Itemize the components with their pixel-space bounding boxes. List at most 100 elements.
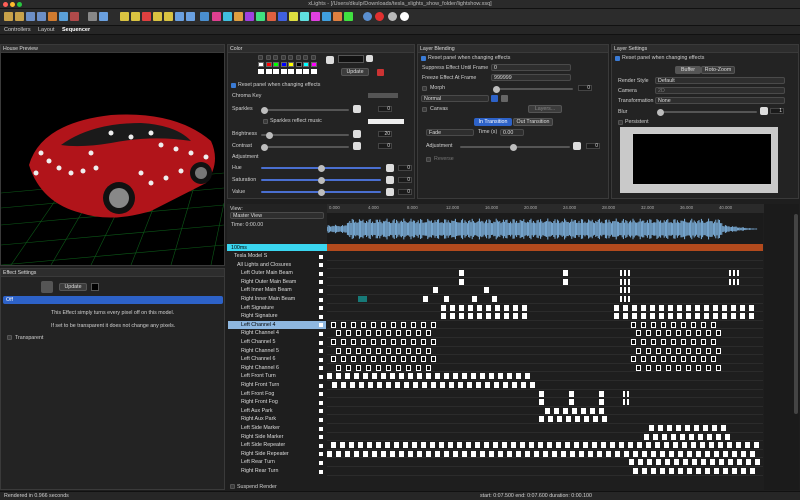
- palette-fade-swatch[interactable]: [273, 69, 279, 74]
- open-icon[interactable]: [15, 12, 24, 21]
- effect-block[interactable]: [701, 339, 706, 345]
- render-icon[interactable]: [48, 12, 57, 21]
- effect-1-icon[interactable]: [212, 12, 221, 21]
- effect-block[interactable]: [569, 390, 574, 397]
- effect-block[interactable]: [396, 330, 401, 337]
- effect-block[interactable]: [696, 450, 701, 457]
- effect-block[interactable]: [522, 313, 527, 320]
- effect-block[interactable]: [646, 364, 651, 371]
- effect-block[interactable]: [725, 433, 730, 440]
- effect-grid-row[interactable]: [327, 398, 763, 407]
- blend-mode-dropdown-icon[interactable]: [491, 95, 498, 102]
- effect-block[interactable]: [737, 270, 739, 277]
- effect-block[interactable]: [401, 339, 406, 345]
- row-label[interactable]: Right Channel 6: [228, 364, 326, 373]
- palette-fade-swatch[interactable]: [258, 69, 264, 74]
- effect-block[interactable]: [346, 347, 351, 354]
- effect-block[interactable]: [376, 442, 381, 449]
- effect-block[interactable]: [651, 356, 656, 363]
- preview-canvas[interactable]: [1, 53, 224, 265]
- effect-block[interactable]: [620, 278, 622, 285]
- buffer-tab[interactable]: Buffer: [675, 66, 701, 74]
- effect-block[interactable]: [691, 321, 696, 328]
- effect-block[interactable]: [426, 330, 431, 337]
- effect-block[interactable]: [356, 330, 361, 337]
- effect-block[interactable]: [459, 304, 464, 311]
- reverse-checkbox[interactable]: [426, 157, 431, 162]
- effect-block[interactable]: [494, 382, 499, 388]
- contrast-vc-icon[interactable]: [353, 142, 361, 150]
- effect-grid-row[interactable]: [327, 390, 763, 399]
- effect-block[interactable]: [701, 356, 706, 363]
- row-render-toggle[interactable]: [319, 392, 323, 397]
- effect-block[interactable]: [716, 347, 721, 354]
- effect-block[interactable]: [545, 407, 550, 414]
- effect-block[interactable]: [327, 373, 332, 380]
- effect-block[interactable]: [691, 339, 696, 345]
- row-render-toggle[interactable]: [319, 323, 323, 328]
- effect-block[interactable]: [599, 407, 604, 414]
- effect-block[interactable]: [658, 425, 663, 431]
- effect-block[interactable]: [636, 364, 641, 371]
- effect-3-icon[interactable]: [234, 12, 243, 21]
- row-label[interactable]: Left Signature: [228, 304, 326, 313]
- palette-checkbox[interactable]: [258, 55, 263, 60]
- effect-block[interactable]: [477, 304, 482, 311]
- record-icon[interactable]: [375, 12, 384, 21]
- effect-block[interactable]: [661, 356, 666, 363]
- row-label[interactable]: Left Inner Main Beam: [228, 286, 326, 295]
- effect-block[interactable]: [696, 347, 701, 354]
- effect-block[interactable]: [366, 330, 371, 337]
- settings-icon[interactable]: [59, 12, 68, 21]
- effect-grid-row[interactable]: [327, 304, 763, 313]
- row-render-toggle[interactable]: [319, 426, 323, 431]
- effect-4-icon[interactable]: [245, 12, 254, 21]
- effect-block[interactable]: [391, 356, 396, 363]
- effect-block[interactable]: [441, 313, 446, 320]
- effect-block[interactable]: [669, 468, 674, 474]
- effect-block[interactable]: [592, 442, 597, 449]
- transformation-select[interactable]: None: [655, 97, 785, 104]
- effect-block[interactable]: [692, 459, 697, 466]
- effect-block[interactable]: [363, 373, 368, 380]
- effect-block[interactable]: [581, 407, 586, 414]
- effect-block[interactable]: [444, 373, 449, 380]
- effect-block[interactable]: [733, 270, 735, 277]
- tab-sequencer[interactable]: Sequencer: [62, 27, 90, 33]
- play-icon[interactable]: [120, 12, 129, 21]
- effect-block[interactable]: [590, 407, 595, 414]
- effect-block[interactable]: [408, 373, 413, 380]
- effect-block[interactable]: [666, 364, 671, 371]
- effect-block[interactable]: [386, 347, 391, 354]
- effect-block[interactable]: [706, 330, 711, 337]
- palette-swatch[interactable]: [280, 62, 287, 67]
- saturation-vc-icon[interactable]: [386, 176, 394, 184]
- effect-block[interactable]: [356, 364, 361, 371]
- effect-block[interactable]: [340, 442, 345, 449]
- effect-block[interactable]: [714, 450, 719, 457]
- effect-grid-row[interactable]: [327, 295, 763, 304]
- effect-grid-row[interactable]: [327, 364, 763, 373]
- calculator-icon[interactable]: [88, 12, 97, 21]
- effect-block[interactable]: [671, 356, 676, 363]
- palette-swatch[interactable]: [265, 62, 272, 67]
- effect-block[interactable]: [386, 382, 391, 388]
- effect-block[interactable]: [416, 364, 421, 371]
- effect-block[interactable]: [390, 373, 395, 380]
- effect-block[interactable]: [671, 433, 676, 440]
- effect-block[interactable]: [332, 382, 337, 388]
- effect-block[interactable]: [458, 382, 463, 388]
- effect-block[interactable]: [754, 442, 759, 449]
- effect-block[interactable]: [406, 347, 411, 354]
- effect-block[interactable]: [694, 425, 699, 431]
- effect-block[interactable]: [459, 313, 464, 320]
- effect-block[interactable]: [722, 313, 727, 320]
- effect-block[interactable]: [686, 330, 691, 337]
- effect-block[interactable]: [453, 450, 458, 457]
- effect-block[interactable]: [601, 442, 606, 449]
- suppress-field[interactable]: 0: [491, 64, 571, 71]
- help-icon[interactable]: [363, 12, 372, 21]
- effect-block[interactable]: [665, 459, 670, 466]
- palette-name-field[interactable]: [338, 55, 364, 63]
- effect-block[interactable]: [516, 373, 521, 380]
